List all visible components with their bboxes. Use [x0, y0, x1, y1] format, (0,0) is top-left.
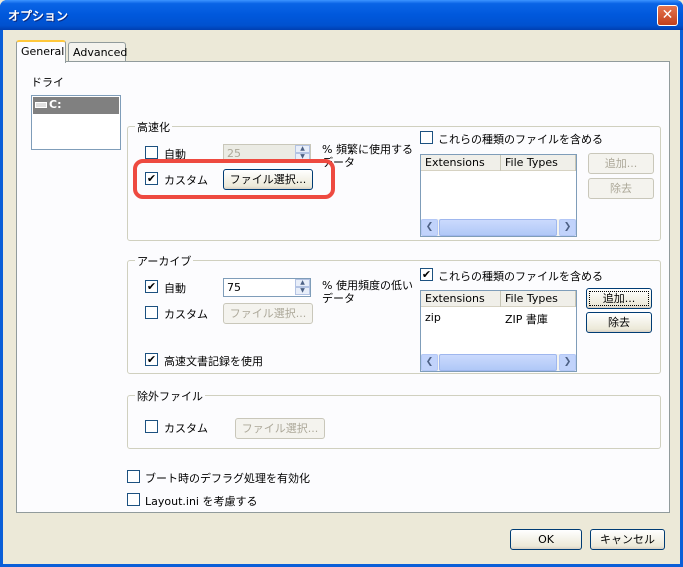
- spin-down-icon[interactable]: ▼: [295, 287, 310, 295]
- layout-ini-label: Layout.ini を考慮する: [145, 495, 258, 508]
- archive-group-label: アーカイブ: [135, 253, 194, 269]
- optimize-percent-caption: % 頻繁に使用するデータ: [322, 143, 413, 169]
- list-item-extension: zip: [425, 311, 441, 324]
- boot-defrag-label: ブート時のデフラグ処理を有効化: [145, 472, 310, 485]
- horizontal-scrollbar[interactable]: ❮ ❯: [421, 219, 576, 236]
- spin-up-icon[interactable]: ▲: [295, 279, 310, 287]
- list-item[interactable]: zip ZIP 書庫: [421, 311, 576, 326]
- column-file-types[interactable]: File Types: [501, 291, 576, 307]
- boot-defrag-checkbox[interactable]: [127, 470, 140, 483]
- column-file-types[interactable]: File Types: [501, 155, 576, 171]
- archive-custom-label: カスタム: [164, 308, 208, 321]
- archive-custom-checkbox[interactable]: [145, 306, 158, 319]
- optimize-include-label: これらの種類のファイルを含める: [438, 133, 603, 146]
- list-header: Extensions File Types: [421, 291, 576, 307]
- list-item-file-type: ZIP 書庫: [505, 313, 548, 326]
- list-header: Extensions File Types: [421, 155, 576, 171]
- archive-group: アーカイブ ✔ 自動 75 ▲ ▼ % 使用頻度の低いデータ カスタム ファイル選…: [127, 253, 661, 374]
- exclude-file-select-button[interactable]: ファイル選択...: [235, 418, 325, 439]
- archive-add-button[interactable]: 追加...: [586, 288, 652, 309]
- scroll-left-icon[interactable]: ❮: [421, 219, 438, 236]
- scroll-right-icon[interactable]: ❯: [559, 354, 576, 371]
- fast-record-checkbox[interactable]: ✔: [145, 353, 158, 366]
- close-icon[interactable]: ✕: [657, 5, 678, 26]
- title-bar[interactable]: オプション ✕: [0, 0, 683, 30]
- column-extensions[interactable]: Extensions: [421, 155, 501, 171]
- archive-auto-checkbox[interactable]: ✔: [145, 280, 158, 293]
- archive-include-label: これらの種類のファイルを含める: [438, 270, 603, 283]
- exclude-custom-checkbox[interactable]: [145, 420, 158, 433]
- archive-percent-spinner[interactable]: 75 ▲ ▼: [223, 278, 311, 297]
- drive-list[interactable]: C:: [31, 95, 121, 150]
- drive-item-label: C:: [49, 98, 62, 111]
- scroll-thumb[interactable]: [439, 219, 557, 236]
- optimize-add-button[interactable]: 追加...: [588, 153, 654, 174]
- archive-percent-caption: % 使用頻度の低いデータ: [322, 279, 413, 305]
- horizontal-scrollbar[interactable]: ❮ ❯: [421, 354, 576, 371]
- ok-button[interactable]: OK: [510, 529, 582, 550]
- tab-general[interactable]: General: [16, 40, 66, 63]
- fast-record-label: 高速文書記録を使用: [164, 355, 263, 368]
- cancel-button[interactable]: キャンセル: [590, 529, 665, 550]
- layout-ini-checkbox[interactable]: [127, 493, 140, 506]
- archive-percent-value: 75: [227, 281, 241, 294]
- archive-auto-label: 自動: [164, 282, 186, 295]
- optimize-remove-button[interactable]: 除去: [588, 178, 654, 199]
- annotation-highlight: [133, 159, 335, 199]
- scroll-thumb[interactable]: [439, 354, 557, 371]
- scroll-right-icon[interactable]: ❯: [559, 219, 576, 236]
- window-title: オプション: [8, 9, 69, 23]
- scroll-left-icon[interactable]: ❮: [421, 354, 438, 371]
- column-extensions[interactable]: Extensions: [421, 291, 501, 307]
- general-panel: ドライ C: 高速化 自動 25 ▲ ▼ % 頻繁に使用するデータ ✔ カスタム …: [16, 61, 670, 513]
- drive-icon: [35, 102, 47, 108]
- drive-label: ドライ: [31, 76, 64, 89]
- spin-up-icon[interactable]: ▲: [295, 145, 310, 153]
- drive-item-c[interactable]: C:: [33, 97, 119, 114]
- optimize-auto-checkbox[interactable]: [145, 146, 158, 159]
- dialog-client: General Advanced ドライ C: 高速化 自動 25 ▲ ▼ % 頻…: [3, 30, 680, 564]
- optimize-include-checkbox[interactable]: [420, 131, 433, 144]
- optimize-group-label: 高速化: [135, 119, 172, 135]
- archive-file-select-button[interactable]: ファイル選択...: [223, 303, 313, 324]
- tab-advanced[interactable]: Advanced: [68, 42, 127, 62]
- exclude-group: 除外ファイル カスタム ファイル選択...: [127, 388, 661, 449]
- exclude-group-label: 除外ファイル: [135, 388, 205, 404]
- exclude-custom-label: カスタム: [164, 422, 208, 435]
- archive-remove-button[interactable]: 除去: [586, 312, 652, 333]
- archive-extensions-list[interactable]: Extensions File Types zip ZIP 書庫 ❮ ❯: [420, 290, 577, 372]
- archive-include-checkbox[interactable]: ✔: [420, 268, 433, 281]
- optimize-extensions-list[interactable]: Extensions File Types ❮ ❯: [420, 154, 577, 237]
- options-window: オプション ✕ General Advanced ドライ C: 高速化 自動 2…: [0, 0, 683, 567]
